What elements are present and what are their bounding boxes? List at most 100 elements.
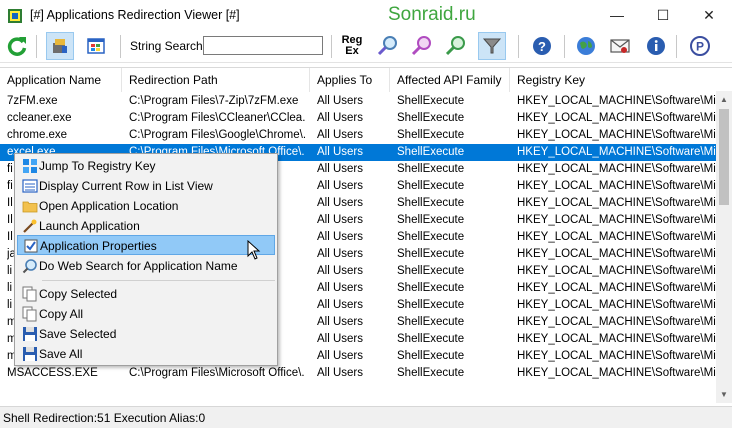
cell-registry-key: HKEY_LOCAL_MACHINE\Software\Micros [517, 180, 716, 192]
shell-redirection-icon [53, 39, 67, 53]
cell-api-family: ShellExecute [397, 112, 465, 124]
regex-label-bottom: Ex [345, 45, 359, 57]
web-page-button[interactable] [572, 32, 600, 60]
status-bar: Shell Redirection:51 Execution Alias:0 [0, 406, 732, 428]
copy-icon [22, 286, 37, 302]
cell-registry-key: HKEY_LOCAL_MACHINE\Software\Micros [517, 282, 716, 294]
cell-registry-key: HKEY_LOCAL_MACHINE\Software\Micros [517, 197, 716, 209]
folder-icon [22, 201, 38, 213]
menu-item-jump-to-registry-key[interactable]: Jump To Registry Key [17, 156, 275, 176]
cell-applies-to: All Users [317, 197, 364, 209]
cell-api-family: ShellExecute [397, 146, 465, 158]
close-button[interactable]: ✕ [686, 0, 732, 30]
web-search-icon [22, 259, 37, 274]
execution-alias-button[interactable] [82, 32, 110, 60]
cell-applies-to: All Users [317, 129, 364, 141]
help-button[interactable]: ? [528, 32, 556, 60]
menu-item-web-search[interactable]: Do Web Search for Application Name [17, 256, 275, 276]
menu-item-display-current-row[interactable]: Display Current Row in List View [17, 176, 275, 196]
cell-registry-key: HKEY_LOCAL_MACHINE\Software\Micros [517, 146, 716, 158]
cell-applies-to: All Users [317, 112, 364, 124]
cell-applies-to: All Users [317, 214, 364, 226]
column-header-label: Redirection Path [129, 73, 218, 87]
scroll-up-arrow-icon[interactable]: ▲ [716, 91, 732, 108]
menu-item-label: Application Properties [40, 239, 157, 253]
table-row[interactable]: 7zFM.exe C:\Program Files\7-Zip\7zFM.exe A… [0, 93, 716, 110]
menu-item-copy-selected[interactable]: Copy Selected [17, 284, 275, 304]
menu-item-label: Save All [39, 347, 83, 361]
cell-registry-key: HKEY_LOCAL_MACHINE\Software\Micros [517, 316, 716, 328]
find-previous-button[interactable] [408, 32, 436, 60]
cell-application-name: chrome.exe [7, 129, 68, 141]
column-header-applies-to[interactable]: Applies To [310, 68, 390, 92]
menu-item-launch-application[interactable]: Launch Application [17, 216, 275, 236]
cell-application-name: ccleaner.exe [7, 112, 72, 124]
column-header-affected-api-family[interactable]: Affected API Family [390, 68, 510, 92]
scroll-down-arrow-icon[interactable]: ▼ [716, 386, 732, 403]
info-icon [647, 37, 665, 55]
cell-api-family: ShellExecute [397, 180, 465, 192]
menu-item-copy-all[interactable]: Copy All [17, 304, 275, 324]
vertical-scrollbar[interactable]: ▲ ▼ [716, 91, 732, 403]
table-row[interactable]: MSACCESS.EXE C:\Program Files\Microsoft O… [0, 365, 716, 382]
filter-button[interactable] [478, 32, 506, 60]
refresh-button[interactable] [3, 32, 31, 60]
scrollbar-thumb[interactable] [719, 109, 729, 205]
table-row[interactable]: chrome.exe C:\Program Files\Google\Chrome… [0, 127, 716, 144]
menu-item-open-application-location[interactable]: Open Application Location [17, 196, 275, 216]
cell-api-family: ShellExecute [397, 350, 465, 362]
find-button[interactable] [374, 32, 402, 60]
toolbar: String Search Reg Ex ? P [0, 31, 732, 63]
table-row[interactable]: ccleaner.exe C:\Program Files\CCleaner\CC… [0, 110, 716, 127]
find-next-button[interactable] [442, 32, 470, 60]
about-button[interactable] [642, 32, 670, 60]
toolbar-separator [36, 35, 37, 58]
cell-redirection-path: C:\Program Files\Google\Chrome\... [129, 129, 305, 141]
search-input[interactable] [203, 36, 323, 55]
cell-registry-key: HKEY_LOCAL_MACHINE\Software\Micros [517, 231, 716, 243]
menu-item-label: Save Selected [39, 327, 117, 341]
cell-redirection-path: C:\Program Files\Microsoft Office\... [129, 367, 305, 379]
toolbar-separator [676, 35, 677, 58]
cell-api-family: ShellExecute [397, 95, 465, 107]
watermark-text: Sonraid.ru [388, 4, 476, 25]
author-site-button[interactable]: P [686, 32, 714, 60]
menu-item-label: Display Current Row in List View [39, 179, 213, 193]
cell-applies-to: All Users [317, 265, 364, 277]
cell-api-family: ShellExecute [397, 282, 465, 294]
cell-applies-to: All Users [317, 231, 364, 243]
menu-item-save-all[interactable]: Save All [17, 344, 275, 364]
globe-web-icon [577, 37, 595, 55]
menu-item-application-properties[interactable]: Application Properties [17, 235, 275, 255]
copy-icon [22, 306, 37, 322]
cell-api-family: ShellExecute [397, 231, 465, 243]
cell-redirection-path: C:\Program Files\7-Zip\7zFM.exe [129, 95, 299, 107]
cell-applies-to: All Users [317, 333, 364, 345]
send-email-button[interactable] [606, 32, 634, 60]
find-icon [377, 36, 397, 56]
column-header-registry-key[interactable]: Registry Key [510, 68, 732, 92]
status-text: Shell Redirection:51 Execution Alias:0 [3, 411, 206, 425]
column-header-label: Affected API Family [397, 73, 502, 87]
cell-applies-to: All Users [317, 248, 364, 260]
minimize-button[interactable]: — [594, 0, 640, 30]
shell-redirection-button[interactable] [46, 32, 74, 60]
window-title: [#] Applications Redirection Viewer [#] [30, 8, 240, 22]
column-header-label: Registry Key [517, 73, 586, 87]
svg-text:?: ? [538, 39, 546, 54]
cell-api-family: ShellExecute [397, 299, 465, 311]
column-header-application-name[interactable]: Application Name [0, 68, 122, 92]
cell-applies-to: All Users [317, 316, 364, 328]
menu-item-save-selected[interactable]: Save Selected [17, 324, 275, 344]
filter-icon [482, 38, 502, 54]
save-icon [23, 347, 37, 361]
toolbar-separator [120, 35, 121, 58]
menu-separator [42, 280, 275, 281]
maximize-button[interactable]: ☐ [640, 0, 686, 30]
regex-toggle-button[interactable]: Reg Ex [337, 32, 367, 60]
cell-registry-key: HKEY_LOCAL_MACHINE\Software\Micros [517, 367, 716, 379]
checkbox-icon [24, 239, 38, 253]
column-header-redirection-path[interactable]: Redirection Path [122, 68, 310, 92]
app-icon [8, 9, 22, 23]
cell-api-family: ShellExecute [397, 197, 465, 209]
